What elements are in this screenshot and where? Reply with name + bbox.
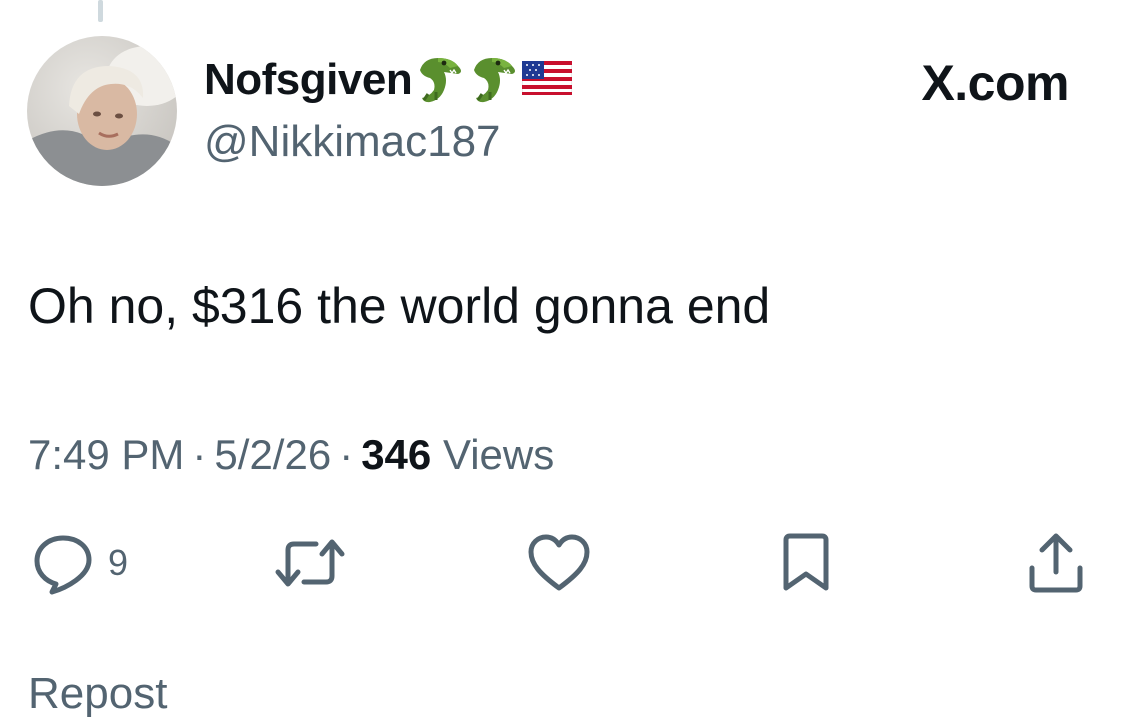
- like-button[interactable]: [524, 526, 594, 600]
- bookmark-icon: [783, 533, 829, 591]
- author-name-row[interactable]: Nofsgiven: [204, 48, 573, 112]
- reply-button[interactable]: 9: [28, 526, 128, 600]
- separator-dot: ·: [339, 431, 354, 478]
- tweet-date[interactable]: 5/2/26: [214, 431, 331, 478]
- crocodile-icon: [414, 50, 466, 111]
- reply-icon: [34, 535, 92, 595]
- partial-repost-label: Repost: [28, 669, 168, 718]
- avatar-image: [27, 36, 177, 186]
- tweet-time[interactable]: 7:49 PM: [28, 431, 184, 478]
- tweet-metadata: 7:49 PM · 5/2/26 · 346 Views: [28, 428, 554, 482]
- separator-dot: ·: [192, 431, 207, 478]
- tweet-actions-bar: 9: [0, 526, 1125, 600]
- us-flag-icon: [521, 60, 573, 100]
- thread-connector-line: [98, 0, 103, 22]
- like-icon: [528, 534, 590, 591]
- share-button[interactable]: [1024, 526, 1088, 600]
- views-count[interactable]: 346: [361, 431, 431, 478]
- brand-text: X.com: [921, 55, 1069, 111]
- retweet-icon: [275, 539, 345, 587]
- bookmark-button[interactable]: [776, 526, 836, 600]
- retweet-button[interactable]: [272, 526, 348, 600]
- avatar[interactable]: [27, 36, 177, 186]
- views-label[interactable]: Views: [443, 431, 554, 478]
- reply-count: 9: [108, 542, 129, 583]
- share-icon: [1029, 533, 1083, 593]
- display-name[interactable]: Nofsgiven: [204, 55, 413, 105]
- x-brand-label: X.com: [921, 52, 1069, 114]
- tweet-text: Oh no, $316 the world gonna end: [28, 278, 771, 334]
- author-handle[interactable]: @Nikkimac187: [204, 117, 501, 167]
- crocodile-icon: [468, 50, 520, 111]
